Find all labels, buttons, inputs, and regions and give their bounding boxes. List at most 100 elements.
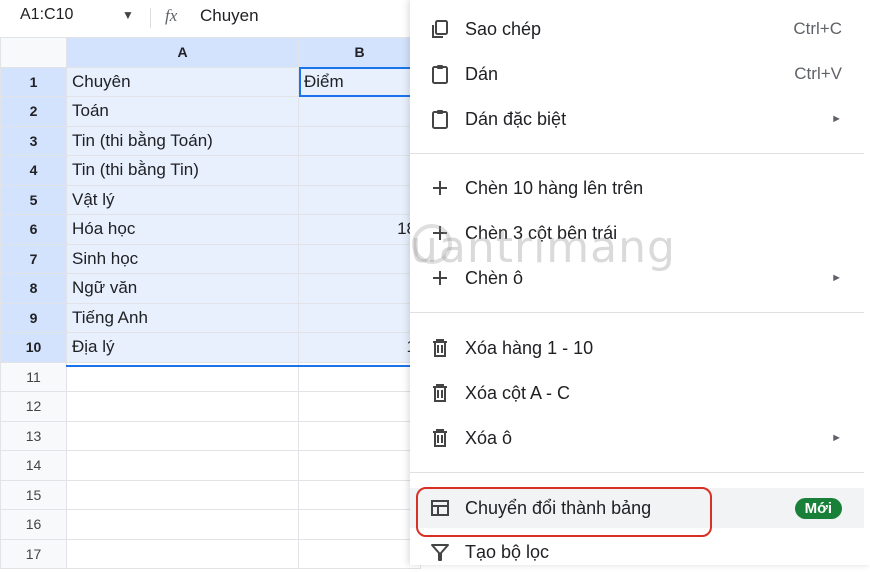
spreadsheet-grid: A B 1 Chuyên Điểm 2 Toán 3 Tin (thi bằng Toán)… (0, 37, 421, 569)
cell-a[interactable]: Tiếng Anh (66, 302, 299, 333)
cell-a[interactable]: Ngữ văn (66, 273, 299, 304)
cell-a[interactable]: Tin (thi bằng Tin) (66, 155, 299, 186)
formula-bar: A1:C10 ▼ fx Chuyen (0, 0, 420, 36)
cell-a[interactable]: Hóa học (66, 214, 299, 245)
menu-item-label: Xóa ô (465, 427, 513, 448)
row-header[interactable]: 11 (0, 361, 67, 392)
menu-item-insert-rows[interactable]: Chèn 10 hàng lên trên (410, 168, 864, 208)
menu-divider (410, 472, 864, 473)
cell-b[interactable] (298, 96, 421, 127)
context-menu: Sao chép Ctrl+C Dán Ctrl+V Dán đặc biệt … (410, 0, 870, 565)
menu-item-copy[interactable]: Sao chép Ctrl+C (410, 9, 864, 49)
menu-item-delete-cells[interactable]: Xóa ô ► (410, 418, 864, 458)
cell-a[interactable]: Chuyên (66, 66, 299, 97)
row-header[interactable]: 7 (0, 243, 67, 274)
menu-item-delete-columns[interactable]: Xóa cột A - C (410, 373, 864, 413)
cell-b[interactable] (298, 273, 421, 304)
row-header[interactable]: 15 (0, 479, 67, 510)
formula-input[interactable]: Chuyen (200, 6, 259, 26)
cell-a[interactable] (66, 420, 299, 451)
cell-b[interactable] (298, 302, 421, 333)
cell-b[interactable] (298, 479, 421, 510)
row-header[interactable]: 16 (0, 509, 67, 540)
table-row: 16 (0, 509, 421, 540)
menu-item-label: Dán đặc biệt (465, 108, 567, 129)
shortcut-text: Ctrl+V (794, 64, 842, 83)
row-header[interactable]: 10 (0, 332, 67, 363)
row-header[interactable]: 13 (0, 420, 67, 451)
cell-a[interactable] (66, 479, 299, 510)
menu-divider (410, 153, 864, 154)
cell-b[interactable] (298, 538, 421, 569)
table-row: 2 Toán (0, 96, 421, 127)
row-header[interactable]: 14 (0, 450, 67, 481)
table-row: 15 (0, 479, 421, 510)
cell-a[interactable]: Tin (thi bằng Toán) (66, 125, 299, 156)
menu-divider (410, 312, 864, 313)
cell-b[interactable] (298, 450, 421, 481)
trash-icon (428, 426, 452, 450)
row-header[interactable]: 2 (0, 96, 67, 127)
table-row: 5 Vật lý (0, 184, 421, 215)
name-box[interactable]: A1:C10 (20, 6, 73, 24)
cell-b[interactable]: Điểm (298, 66, 421, 97)
menu-item-paste[interactable]: Dán Ctrl+V (410, 54, 864, 94)
cell-b[interactable] (298, 509, 421, 540)
cell-b[interactable] (298, 125, 421, 156)
table-row: 3 Tin (thi bằng Toán) (0, 125, 421, 156)
formula-bar-divider (150, 8, 151, 28)
row-header[interactable]: 1 (0, 66, 67, 97)
cell-a[interactable]: Địa lý (66, 332, 299, 363)
row-header[interactable]: 12 (0, 391, 67, 422)
column-header-b[interactable]: B (298, 37, 421, 68)
row-header[interactable]: 8 (0, 273, 67, 304)
cell-a[interactable] (66, 391, 299, 422)
table-row: 4 Tin (thi bằng Tin) (0, 155, 421, 186)
cell-a[interactable]: Vật lý (66, 184, 299, 215)
row-header[interactable]: 4 (0, 155, 67, 186)
cell-b[interactable]: 1 (298, 332, 421, 363)
menu-item-label: Dán (465, 63, 499, 84)
plus-icon (428, 176, 452, 200)
table-row: 6 Hóa học 18 (0, 214, 421, 245)
trash-icon (428, 336, 452, 360)
submenu-arrow-icon: ► (831, 432, 842, 444)
row-header[interactable]: 17 (0, 538, 67, 569)
cell-b[interactable] (298, 155, 421, 186)
menu-item-paste-special[interactable]: Dán đặc biệt ► (410, 99, 864, 139)
trash-icon (428, 381, 452, 405)
clipboard-icon (428, 62, 452, 86)
chevron-down-icon[interactable]: ▼ (122, 8, 134, 22)
selection-bottom-border (66, 365, 420, 367)
fx-icon: fx (165, 6, 178, 25)
menu-item-create-filter[interactable]: Tạo bộ lọc (410, 532, 864, 572)
cell-b[interactable] (298, 184, 421, 215)
cell-b[interactable]: 18 (298, 214, 421, 245)
cell-b[interactable] (298, 420, 421, 451)
select-all-corner[interactable] (0, 37, 67, 68)
cell-b[interactable] (298, 243, 421, 274)
menu-item-delete-rows[interactable]: Xóa hàng 1 - 10 (410, 328, 864, 368)
row-header[interactable]: 6 (0, 214, 67, 245)
menu-item-label: Xóa cột A - C (465, 382, 571, 403)
cell-a[interactable] (66, 450, 299, 481)
table-row: 8 Ngữ văn (0, 273, 421, 304)
submenu-arrow-icon: ► (831, 272, 842, 284)
filter-icon (428, 540, 452, 564)
row-header[interactable]: 9 (0, 302, 67, 333)
table-row: 10Địa lý1 (0, 332, 421, 363)
watermark: uantrimang (410, 222, 676, 273)
cell-a[interactable] (66, 509, 299, 540)
row-header[interactable]: 5 (0, 184, 67, 215)
shortcut-text: Ctrl+C (793, 19, 842, 38)
menu-item-label: Sao chép (465, 18, 542, 39)
row-header[interactable]: 3 (0, 125, 67, 156)
cell-a[interactable] (66, 538, 299, 569)
submenu-arrow-icon: ► (831, 113, 842, 125)
cell-b[interactable] (298, 391, 421, 422)
table-row: 1 Chuyên Điểm (0, 66, 421, 97)
cell-a[interactable]: Sinh học (66, 243, 299, 274)
new-badge: Mới (794, 497, 842, 519)
column-header-a[interactable]: A (66, 37, 299, 68)
cell-a[interactable]: Toán (66, 96, 299, 127)
